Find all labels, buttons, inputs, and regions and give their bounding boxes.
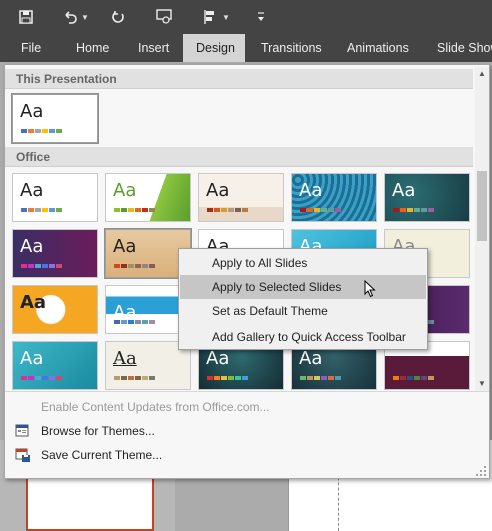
theme-preview-label: Aa xyxy=(113,348,137,369)
tab-file[interactable]: File xyxy=(12,34,52,62)
browse-themes-item[interactable]: Browse for Themes... xyxy=(15,420,155,442)
theme-preview-label: Aa xyxy=(113,236,137,257)
quick-access-toolbar: ▼ ▼ xyxy=(0,0,492,34)
customize-qat-icon xyxy=(258,12,264,21)
theme-ion[interactable]: Aa xyxy=(384,173,470,222)
apply-to-all-slides-item[interactable]: Apply to All Slides xyxy=(180,251,426,275)
browse-themes-label: Browse for Themes... xyxy=(41,424,155,438)
add-gallery-to-qat-item[interactable]: Add Gallery to Quick Access Toolbar xyxy=(180,325,426,349)
color-swatches xyxy=(300,376,342,380)
theme-ion-boardroom[interactable]: Aa xyxy=(291,173,377,222)
color-swatches xyxy=(21,208,63,212)
color-swatches xyxy=(21,264,63,268)
section-this-presentation: This Presentation xyxy=(5,69,473,89)
theme-preview-label: Aa xyxy=(113,180,137,201)
theme-berlin[interactable]: Aa xyxy=(12,285,98,334)
undo-button[interactable]: ▼ xyxy=(62,7,89,27)
scroll-thumb[interactable] xyxy=(477,171,487,241)
theme-context-menu: Apply to All Slides Apply to Selected Sl… xyxy=(178,248,428,350)
save-current-theme-label: Save Current Theme... xyxy=(41,448,163,462)
color-swatches xyxy=(114,320,156,324)
present-from-start-button[interactable] xyxy=(155,7,173,27)
enable-content-updates-item: Enable Content Updates from Office.com..… xyxy=(15,396,270,418)
color-swatches xyxy=(114,208,156,212)
enable-content-updates-label: Enable Content Updates from Office.com..… xyxy=(41,400,270,414)
arrange-icon xyxy=(204,10,214,24)
theme-office[interactable]: Aa xyxy=(12,173,98,222)
theme-preview-label: Aa xyxy=(206,180,230,201)
ribbon-tabs: File Home Insert Design Transitions Anim… xyxy=(0,34,492,62)
theme-circuit[interactable]: Aa xyxy=(12,341,98,390)
section-office: Office xyxy=(5,147,473,167)
gallery-scrollbar[interactable]: ▲ ▼ xyxy=(475,67,489,391)
resize-grip-icon[interactable] xyxy=(475,465,487,477)
save-theme-icon xyxy=(15,447,31,463)
redo-icon xyxy=(112,11,124,23)
theme-preview-label: Aa xyxy=(299,180,323,201)
theme-preview-label: Aa xyxy=(20,348,44,369)
theme-current[interactable]: Aa xyxy=(11,93,99,144)
set-as-default-theme-item[interactable]: Set as Default Theme xyxy=(180,299,426,323)
color-swatches xyxy=(207,208,249,212)
undo-dropdown-icon[interactable]: ▼ xyxy=(81,13,89,22)
arrange-dropdown-icon[interactable]: ▼ xyxy=(222,13,230,22)
theme-preview-label: Aa xyxy=(299,348,323,369)
color-swatches xyxy=(207,376,249,380)
tab-animations[interactable]: Animations xyxy=(338,34,422,62)
tab-transitions[interactable]: Transitions xyxy=(252,34,332,62)
customize-qat-button[interactable] xyxy=(256,7,266,27)
theme-preview-label: Aa xyxy=(20,236,44,257)
color-swatches xyxy=(21,376,63,380)
color-swatches xyxy=(114,264,156,268)
color-swatches xyxy=(393,208,435,212)
theme-organic-purple[interactable]: Aa xyxy=(12,229,98,278)
apply-to-selected-slides-item[interactable]: Apply to Selected Slides xyxy=(180,275,426,299)
scroll-up-icon[interactable]: ▲ xyxy=(477,69,487,79)
save-button[interactable] xyxy=(18,7,34,27)
color-swatches xyxy=(21,129,63,133)
color-swatches xyxy=(393,376,435,380)
theme-integral[interactable]: Aa xyxy=(198,173,284,222)
arrange-button[interactable]: ▼ xyxy=(203,7,230,27)
save-current-theme-item[interactable]: Save Current Theme... xyxy=(15,444,162,466)
theme-preview-label: Aa xyxy=(206,348,230,369)
theme-preview-label: Aa xyxy=(20,101,44,122)
scroll-down-icon[interactable]: ▼ xyxy=(477,379,487,389)
theme-preview-label: Aa xyxy=(20,180,44,201)
tab-home[interactable]: Home xyxy=(66,34,116,62)
save-icon xyxy=(19,10,33,24)
color-swatches xyxy=(114,376,156,380)
tab-insert[interactable]: Insert xyxy=(128,34,178,62)
gallery-divider xyxy=(5,391,489,392)
theme-preview-label: Aa xyxy=(20,292,47,313)
browse-themes-icon xyxy=(15,423,31,439)
blank-icon xyxy=(15,399,31,415)
theme-facet[interactable]: Aa xyxy=(105,173,191,222)
tab-slide-show[interactable]: Slide Show xyxy=(428,34,492,62)
present-from-start-icon xyxy=(156,9,172,24)
color-swatches xyxy=(300,208,342,212)
theme-preview-label: Aa xyxy=(392,180,416,201)
tab-design[interactable]: Design xyxy=(183,34,245,62)
redo-button[interactable] xyxy=(110,7,126,27)
undo-icon xyxy=(65,11,77,24)
mouse-cursor-icon xyxy=(364,279,376,298)
